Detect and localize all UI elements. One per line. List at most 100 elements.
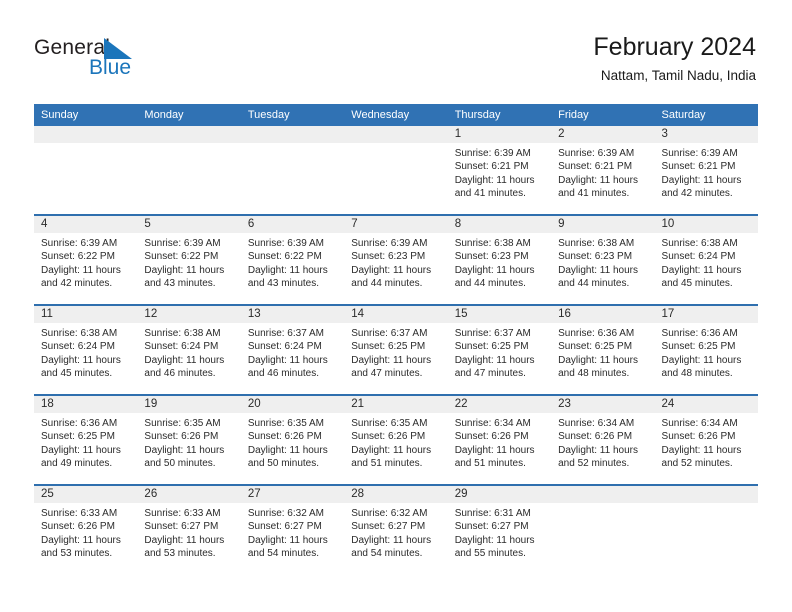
- day-number: 19: [137, 396, 241, 413]
- calendar-day-cell[interactable]: 2 Sunrise: 6:39 AM Sunset: 6:21 PM Daylight…: [551, 126, 655, 215]
- calendar-body: 1 Sunrise: 6:39 AM Sunset: 6:21 PM Daylight…: [34, 126, 758, 574]
- calendar-day-cell[interactable]: 28 Sunrise: 6:32 AM Sunset: 6:27 PM Dayligh…: [344, 484, 448, 574]
- calendar-day-cell[interactable]: 5 Sunrise: 6:39 AM Sunset: 6:22 PM Daylight…: [137, 214, 241, 305]
- sunrise-text: Sunrise: 6:33 AM: [144, 508, 221, 519]
- daylight-text-line1: Daylight: 11 hours: [247, 444, 328, 456]
- daylight-text-line2: and 54 minutes.: [247, 547, 320, 559]
- calendar-day-cell[interactable]: 16 Sunrise: 6:36 AM Sunset: 6:25 PM Dayligh…: [551, 304, 655, 395]
- calendar-day-cell[interactable]: 11 Sunrise: 6:38 AM Sunset: 6:24 PM Dayligh…: [34, 304, 138, 395]
- calendar-day-cell[interactable]: 24 Sunrise: 6:34 AM Sunset: 6:26 PM Dayligh…: [654, 394, 758, 485]
- calendar-day-cell[interactable]: 14 Sunrise: 6:37 AM Sunset: 6:25 PM Dayligh…: [344, 304, 448, 395]
- day-number: 16: [551, 306, 655, 323]
- calendar-day-cell[interactable]: 18 Sunrise: 6:36 AM Sunset: 6:25 PM Dayligh…: [34, 394, 138, 485]
- sunset-text: Sunset: 6:26 PM: [247, 431, 322, 443]
- sunrise-text: Sunrise: 6:33 AM: [41, 508, 118, 519]
- daylight-text-line2: and 41 minutes.: [454, 187, 526, 199]
- sunset-text: Sunset: 6:21 PM: [661, 161, 736, 173]
- calendar-day-cell[interactable]: 8 Sunrise: 6:38 AM Sunset: 6:23 PM Daylight…: [447, 214, 552, 305]
- calendar-day-cell[interactable]: 22 Sunrise: 6:34 AM Sunset: 6:26 PM Dayligh…: [447, 394, 552, 485]
- sunset-text: Sunset: 6:24 PM: [661, 251, 736, 263]
- sunrise-text: Sunrise: 6:39 AM: [144, 238, 221, 249]
- sunset-text: Sunset: 6:26 PM: [41, 521, 115, 533]
- calendar-day-cell[interactable]: 7 Sunrise: 6:39 AM Sunset: 6:23 PM Daylight…: [344, 214, 448, 305]
- calendar-week-row: 4 Sunrise: 6:39 AM Sunset: 6:22 PM Daylight…: [34, 214, 758, 305]
- calendar-day-cell[interactable]: 23 Sunrise: 6:34 AM Sunset: 6:26 PM Dayligh…: [551, 394, 655, 485]
- day-number: 3: [654, 126, 758, 143]
- day-details: Sunrise: 6:39 AM Sunset: 6:21 PM Daylight:…: [655, 143, 758, 200]
- day-details: Sunrise: 6:39 AM Sunset: 6:21 PM Daylight:…: [448, 143, 551, 200]
- daylight-text-line1: Daylight: 11 hours: [558, 174, 638, 186]
- sunrise-text: Sunrise: 6:34 AM: [661, 418, 738, 429]
- day-number: 1: [447, 126, 552, 143]
- daylight-text-line2: and 48 minutes.: [661, 367, 733, 379]
- sunrise-text: Sunrise: 6:36 AM: [41, 418, 118, 429]
- calendar-day-cell-empty: [137, 126, 241, 215]
- day-details: Sunrise: 6:38 AM Sunset: 6:24 PM Daylight:…: [655, 233, 758, 290]
- day-number: [551, 486, 655, 503]
- weekday-header-thursday: Thursday: [447, 104, 552, 126]
- day-details: Sunrise: 6:39 AM Sunset: 6:23 PM Daylight:…: [344, 233, 447, 290]
- sunset-text: Sunset: 6:21 PM: [558, 161, 633, 173]
- calendar-day-cell[interactable]: 12 Sunrise: 6:38 AM Sunset: 6:24 PM Dayligh…: [137, 304, 241, 395]
- day-details: Sunrise: 6:38 AM Sunset: 6:24 PM Daylight:…: [34, 323, 137, 380]
- sunset-text: Sunset: 6:27 PM: [351, 521, 426, 533]
- daylight-text-line1: Daylight: 11 hours: [144, 354, 225, 366]
- sunrise-text: Sunrise: 6:38 AM: [41, 328, 118, 339]
- day-details: Sunrise: 6:38 AM Sunset: 6:24 PM Daylight:…: [137, 323, 240, 380]
- daylight-text-line1: Daylight: 11 hours: [247, 534, 328, 546]
- daylight-text-line2: and 53 minutes.: [144, 547, 216, 559]
- calendar-day-cell[interactable]: 9 Sunrise: 6:38 AM Sunset: 6:23 PM Daylight…: [551, 214, 655, 305]
- daylight-text-line2: and 41 minutes.: [558, 187, 630, 199]
- sunrise-text: Sunrise: 6:35 AM: [247, 418, 324, 429]
- daylight-text-line2: and 42 minutes.: [41, 277, 113, 289]
- calendar-day-cell[interactable]: 17 Sunrise: 6:36 AM Sunset: 6:25 PM Dayligh…: [654, 304, 758, 395]
- daylight-text-line1: Daylight: 11 hours: [558, 354, 638, 366]
- daylight-text-line2: and 47 minutes.: [454, 367, 526, 379]
- day-number: 13: [240, 306, 345, 323]
- sunrise-text: Sunrise: 6:37 AM: [247, 328, 324, 339]
- calendar-week-row: 11 Sunrise: 6:38 AM Sunset: 6:24 PM Dayligh…: [34, 304, 758, 395]
- calendar-day-cell[interactable]: 13 Sunrise: 6:37 AM Sunset: 6:24 PM Dayligh…: [240, 304, 345, 395]
- weekday-header-friday: Friday: [551, 104, 655, 126]
- day-number: 6: [240, 216, 345, 233]
- day-number: 24: [654, 396, 758, 413]
- sunset-text: Sunset: 6:26 PM: [558, 431, 633, 443]
- sunset-text: Sunset: 6:25 PM: [41, 431, 115, 443]
- calendar-day-cell[interactable]: 19 Sunrise: 6:35 AM Sunset: 6:26 PM Dayligh…: [137, 394, 241, 485]
- calendar-day-cell[interactable]: 29 Sunrise: 6:31 AM Sunset: 6:27 PM Dayligh…: [447, 484, 552, 574]
- daylight-text-line1: Daylight: 11 hours: [41, 444, 121, 456]
- calendar-day-cell[interactable]: 27 Sunrise: 6:32 AM Sunset: 6:27 PM Dayligh…: [240, 484, 345, 574]
- sunrise-text: Sunrise: 6:39 AM: [661, 148, 738, 159]
- day-details: Sunrise: 6:34 AM Sunset: 6:26 PM Daylight:…: [655, 413, 758, 470]
- calendar-day-cell[interactable]: 15 Sunrise: 6:37 AM Sunset: 6:25 PM Dayligh…: [447, 304, 552, 395]
- calendar-day-cell-empty: [34, 126, 138, 215]
- calendar-day-cell[interactable]: 1 Sunrise: 6:39 AM Sunset: 6:21 PM Daylight…: [447, 126, 552, 215]
- calendar-day-cell[interactable]: 25 Sunrise: 6:33 AM Sunset: 6:26 PM Dayligh…: [34, 484, 138, 574]
- sunset-text: Sunset: 6:25 PM: [558, 341, 633, 353]
- daylight-text-line2: and 46 minutes.: [247, 367, 320, 379]
- daylight-text-line1: Daylight: 11 hours: [454, 174, 535, 186]
- calendar-day-cell[interactable]: 4 Sunrise: 6:39 AM Sunset: 6:22 PM Daylight…: [34, 214, 138, 305]
- sunset-text: Sunset: 6:23 PM: [351, 251, 426, 263]
- sunset-text: Sunset: 6:23 PM: [558, 251, 633, 263]
- calendar-day-cell[interactable]: 20 Sunrise: 6:35 AM Sunset: 6:26 PM Dayligh…: [240, 394, 345, 485]
- calendar-day-cell[interactable]: 3 Sunrise: 6:39 AM Sunset: 6:21 PM Daylight…: [654, 126, 758, 215]
- day-number: [654, 486, 758, 503]
- daylight-text-line2: and 55 minutes.: [454, 547, 526, 559]
- calendar-day-cell[interactable]: 21 Sunrise: 6:35 AM Sunset: 6:26 PM Dayligh…: [344, 394, 448, 485]
- daylight-text-line2: and 47 minutes.: [351, 367, 423, 379]
- sunrise-text: Sunrise: 6:38 AM: [661, 238, 738, 249]
- sunrise-text: Sunrise: 6:39 AM: [351, 238, 428, 249]
- daylight-text-line1: Daylight: 11 hours: [247, 264, 328, 276]
- calendar-day-cell[interactable]: 6 Sunrise: 6:39 AM Sunset: 6:22 PM Daylight…: [240, 214, 345, 305]
- day-details: Sunrise: 6:38 AM Sunset: 6:23 PM Daylight:…: [448, 233, 551, 290]
- calendar-day-cell[interactable]: 26 Sunrise: 6:33 AM Sunset: 6:27 PM Dayligh…: [137, 484, 241, 574]
- day-details: Sunrise: 6:35 AM Sunset: 6:26 PM Daylight:…: [344, 413, 447, 470]
- daylight-text-line2: and 45 minutes.: [41, 367, 113, 379]
- sunrise-text: Sunrise: 6:32 AM: [351, 508, 428, 519]
- daylight-text-line1: Daylight: 11 hours: [351, 354, 432, 366]
- calendar-day-cell[interactable]: 10 Sunrise: 6:38 AM Sunset: 6:24 PM Dayligh…: [654, 214, 758, 305]
- page-title: February 2024: [593, 33, 756, 61]
- day-details: Sunrise: 6:33 AM Sunset: 6:27 PM Daylight:…: [137, 503, 240, 560]
- day-details: Sunrise: 6:32 AM Sunset: 6:27 PM Daylight:…: [241, 503, 344, 560]
